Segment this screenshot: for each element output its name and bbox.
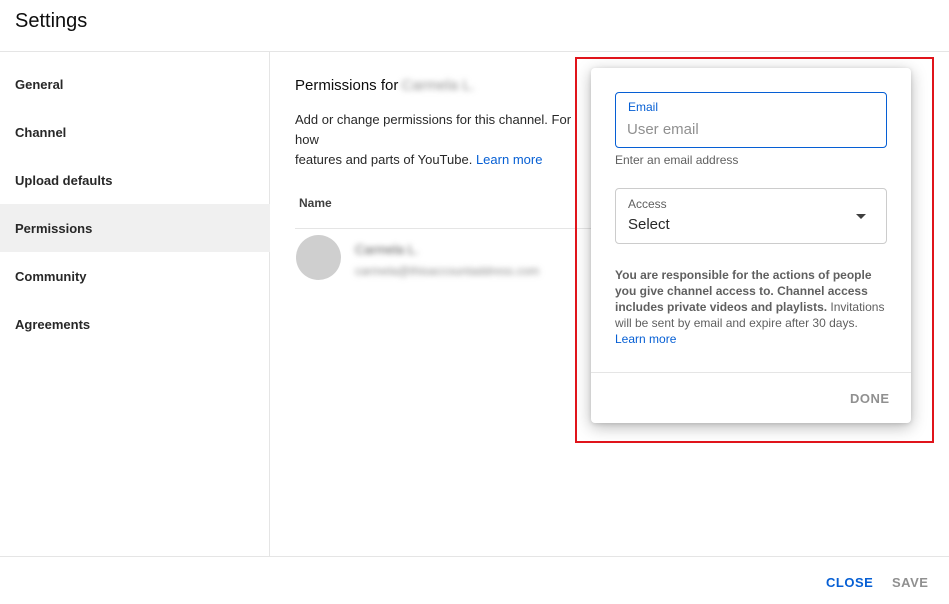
sidebar-item-label: General (15, 76, 64, 92)
sidebar-item-label: Community (15, 268, 87, 284)
permissions-description: Add or change permissions for this chann… (295, 110, 595, 170)
learn-more-link[interactable]: Learn more (476, 152, 542, 167)
channel-name-blurred: Carmela L. (401, 77, 475, 94)
sidebar-item-agreements[interactable]: Agreements (0, 300, 270, 348)
save-button[interactable]: SAVE (892, 575, 928, 590)
sidebar-item-label: Channel (15, 124, 67, 140)
permissions-title-prefix: Permissions for (295, 77, 399, 94)
settings-sidebar: General Channel Upload defaults Permissi… (0, 52, 270, 556)
description-text-line2: features and parts of YouTube. (295, 152, 473, 167)
sidebar-item-label: Upload defaults (15, 172, 113, 188)
column-header-name: Name (299, 196, 332, 210)
settings-header: Settings (0, 0, 949, 52)
user-name-blurred: Carmela L. (355, 242, 419, 257)
sidebar-item-label: Agreements (15, 316, 91, 332)
settings-footer: CLOSE SAVE (0, 556, 949, 604)
sidebar-item-permissions[interactable]: Permissions (0, 204, 270, 252)
sidebar-item-upload-defaults[interactable]: Upload defaults (0, 156, 270, 204)
description-text: Add or change permissions for this chann… (295, 112, 572, 147)
sidebar-item-general[interactable]: General (0, 60, 270, 108)
user-email-blurred: carmela@thisaccountaddress.com (355, 264, 540, 278)
page-title: Settings (15, 10, 88, 32)
settings-page: Settings General Channel Upload defaults… (0, 0, 949, 604)
highlight-box (575, 57, 934, 443)
sidebar-item-label: Permissions (15, 220, 93, 236)
permissions-title: Permissions for Carmela L. (295, 77, 475, 94)
divider (295, 228, 595, 229)
sidebar-item-community[interactable]: Community (0, 252, 270, 300)
close-button[interactable]: CLOSE (826, 575, 873, 590)
sidebar-item-channel[interactable]: Channel (0, 108, 270, 156)
avatar (296, 235, 341, 280)
